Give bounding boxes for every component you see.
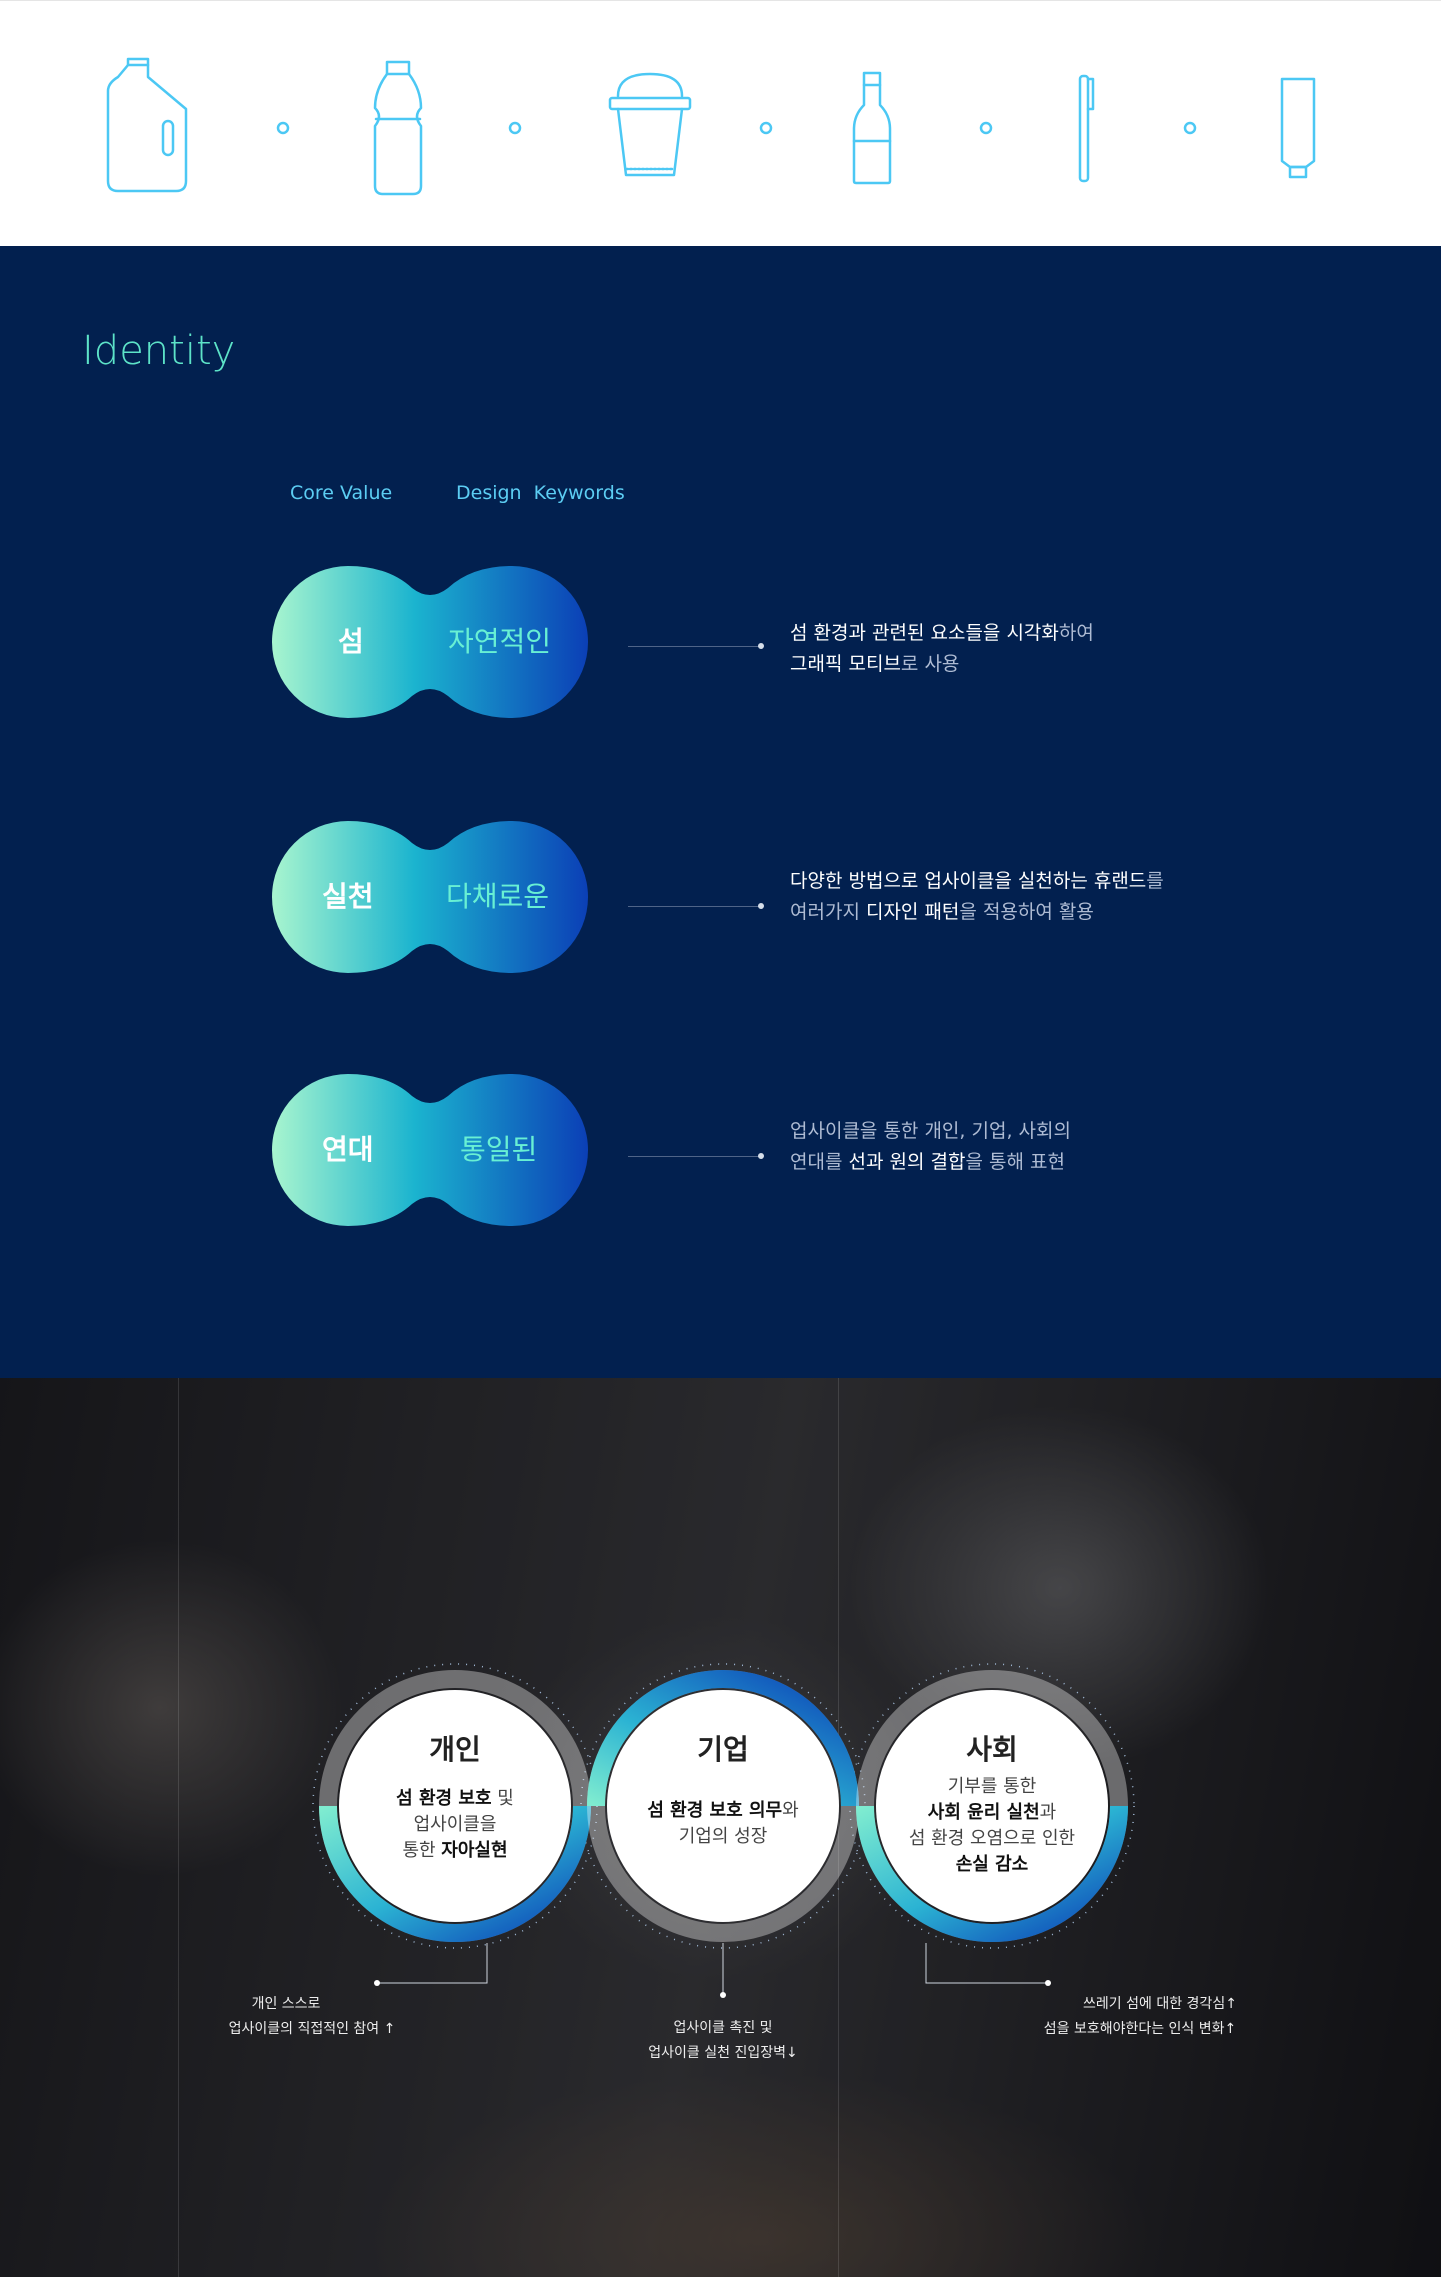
circle-text-plain: 통한: [402, 1840, 442, 1861]
note-company: 업사이클 촉진 및 업사이클 실천 진입장벽↓: [623, 2016, 823, 2066]
circle-text-bold: 손실 감소: [955, 1854, 1029, 1875]
core-value-header: Core Value: [290, 482, 393, 504]
desc-text: 업사이클을 통한 개인, 기업, 사회의: [790, 1120, 1071, 1142]
detergent-bottle-icon: [106, 57, 188, 193]
circle-text-plain: 기부를 통한: [947, 1776, 1037, 1797]
circle-text-individual: 섬 환경 보호 및 업사이클을 통한 자아실현: [335, 1786, 575, 1864]
connector-dot: [720, 1992, 726, 1998]
desc-text: 연대를: [790, 1151, 849, 1173]
core-value-label: 실천: [322, 880, 374, 913]
circle-text-plain: 섬 환경 오염으로 인한: [908, 1828, 1076, 1849]
separator-dot: [508, 121, 522, 135]
circle-text-plain: 과: [1039, 1802, 1057, 1823]
note-line: 개인 스스로: [251, 1996, 321, 2012]
circle-text-bold: 섬 환경 보호: [396, 1788, 492, 1809]
separator-dot: [276, 121, 290, 135]
water-bottle-icon: [373, 60, 423, 196]
identity-pill-1: 섬 자연적인: [272, 566, 588, 718]
design-keywords-header: Design Keywords: [456, 482, 625, 504]
circle-text-plain: 업사이클을: [413, 1814, 497, 1835]
desc-text: 로 사용: [900, 653, 960, 675]
desc-highlight: 선과 원의 결합: [848, 1151, 966, 1173]
desc-highlight: 섬 환경과 관련된 요소들을 시각화: [790, 622, 1059, 644]
icon-strip: [0, 0, 1441, 246]
circle-title-individual: 개인: [429, 1733, 481, 1766]
core-value-label: 섬: [338, 625, 364, 658]
desc-text: 여러가지: [790, 901, 866, 923]
note-line: 업사이클 실천 진입장벽↓: [648, 2045, 798, 2061]
circle-text-plain: 기업의 성장: [678, 1826, 768, 1847]
connector-line: [925, 1943, 1046, 1984]
desc-text: 을 통해 표현: [965, 1151, 1065, 1173]
separator-dot: [1183, 121, 1197, 135]
note-society: 쓰레기 섬에 대한 경각심↑ 섬을 보호해야한다는 인식 변화↑: [1020, 1992, 1260, 2042]
keyword-label: 통일된: [460, 1133, 538, 1166]
circle-text-bold: 자아실현: [441, 1840, 508, 1861]
separator-dot: [759, 121, 773, 135]
desc-highlight: 다양한 방법으로 업사이클을 실천하는 휴랜드: [790, 870, 1147, 892]
desc-text: 하여: [1058, 622, 1094, 644]
leader-line: [628, 1153, 764, 1159]
identity-section: Identity Core Value Design Keywords 섬 자연…: [0, 246, 1441, 1378]
leader-line: [628, 643, 764, 649]
toothbrush-icon: [1078, 74, 1095, 183]
keyword-label: 자연적인: [448, 625, 552, 658]
collaboration-section: 개인 섬 환경 보호 및 업사이클을 통한 자아실현 기업 섬 환경 보호 의무…: [0, 1378, 1441, 2277]
identity-description-2: 다양한 방법으로 업사이클을 실천하는 휴랜드를 여러가지 디자인 패턴을 적용…: [790, 866, 1164, 928]
circle-title-company: 기업: [697, 1733, 749, 1766]
circle-text-society: 기부를 통한 사회 윤리 실천과 섬 환경 오염으로 인한 손실 감소: [872, 1774, 1112, 1878]
pill-shape: [272, 1074, 588, 1226]
note-line: 업사이클의 직접적인 참여 ↑: [228, 2021, 396, 2037]
connector-line: [379, 1943, 488, 1984]
leader-line: [628, 903, 764, 909]
tube-icon: [1280, 77, 1316, 179]
circle-text-bold: 사회 윤리 실천: [927, 1802, 1040, 1823]
identity-description-1: 섬 환경과 관련된 요소들을 시각화하여 그래픽 모티브로 사용: [790, 618, 1094, 680]
keyword-label: 다채로운: [446, 880, 550, 913]
circle-text-plain: 및: [491, 1788, 514, 1809]
identity-description-3: 업사이클을 통한 개인, 기업, 사회의 연대를 선과 원의 결합을 통해 표현: [790, 1116, 1071, 1178]
section-title: Identity: [82, 328, 236, 374]
desc-text: 을 적용하여 활용: [959, 901, 1094, 923]
desc-highlight: 디자인 패턴: [865, 901, 960, 923]
glass-bottle-icon: [852, 71, 892, 185]
icon-strip-svg: [106, 57, 1316, 196]
circle-text-plain: 와: [782, 1800, 799, 1821]
circle-title-society: 사회: [966, 1733, 1018, 1766]
note-line: 섬을 보호해야한다는 인식 변화↑: [1043, 2021, 1237, 2037]
cup-icon: [608, 72, 692, 177]
connector-dot: [1045, 1980, 1051, 1986]
identity-pill-3: 연대 통일된: [272, 1074, 588, 1226]
circle-text-company: 섬 환경 보호 의무와 기업의 성장: [603, 1798, 843, 1850]
desc-text: 를: [1146, 870, 1164, 892]
note-line: 업사이클 촉진 및: [673, 2020, 773, 2036]
identity-pill-2: 실천 다채로운: [272, 821, 588, 973]
desc-highlight: 그래픽 모티브: [790, 653, 901, 675]
core-value-label: 연대: [322, 1133, 374, 1166]
circle-text-bold: 섬 환경 보호 의무: [647, 1800, 783, 1821]
separator-dot: [979, 121, 993, 135]
note-line: 쓰레기 섬에 대한 경각심↑: [1083, 1996, 1237, 2012]
note-individual: 개인 스스로 업사이클의 직접적인 참여 ↑: [212, 1992, 412, 2042]
connector-dot: [374, 1980, 380, 1986]
